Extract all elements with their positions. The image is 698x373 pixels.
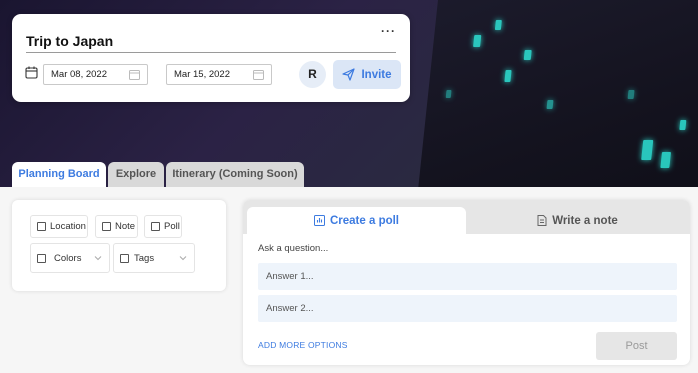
- dropdown-label: Colors: [54, 252, 82, 264]
- filter-label: Note: [115, 221, 136, 232]
- chevron-down-icon: [94, 256, 102, 261]
- filter-label: Location: [50, 221, 86, 232]
- tab-planning-board[interactable]: Planning Board: [12, 162, 106, 187]
- start-date-value: Mar 08, 2022: [51, 69, 107, 80]
- trip-header-card: Trip to Japan ··· Mar 08, 2022 - Mar 15,…: [12, 14, 410, 102]
- post-button[interactable]: Post: [596, 332, 677, 360]
- filter-poll[interactable]: Poll: [144, 215, 182, 238]
- checkbox[interactable]: [37, 253, 46, 263]
- chevron-down-icon: [179, 256, 187, 261]
- checkbox[interactable]: [120, 253, 129, 263]
- start-date-field[interactable]: Mar 08, 2022: [43, 64, 148, 85]
- tab-explore[interactable]: Explore: [108, 162, 164, 187]
- composer-card: Create a poll Write a note Ask a questio…: [243, 200, 690, 365]
- tab-create-poll[interactable]: Create a poll: [247, 207, 466, 234]
- tab-write-note[interactable]: Write a note: [468, 207, 687, 234]
- calendar-icon: [129, 70, 140, 80]
- add-more-options-link[interactable]: ADD MORE OPTIONS: [258, 340, 348, 350]
- dropdown-label: Tags: [134, 252, 155, 264]
- question-input[interactable]: Ask a question...: [258, 243, 328, 254]
- checkbox[interactable]: [151, 222, 160, 231]
- colors-dropdown[interactable]: Colors: [30, 243, 110, 273]
- filter-note[interactable]: Note: [95, 215, 138, 238]
- tab-label: Write a note: [552, 214, 618, 227]
- avatar[interactable]: R: [299, 61, 326, 88]
- building-image: [416, 0, 698, 187]
- filter-panel: Location Note Poll Colors Tags: [12, 200, 226, 291]
- calendar-icon: [253, 70, 264, 80]
- trip-title[interactable]: Trip to Japan: [26, 33, 113, 49]
- poll-icon: [313, 215, 325, 226]
- send-icon: [342, 68, 356, 81]
- tab-label: Create a poll: [329, 214, 400, 227]
- checkbox[interactable]: [102, 222, 111, 231]
- filter-label: Poll: [164, 221, 180, 232]
- note-icon: [537, 215, 547, 226]
- calendar-icon: [25, 66, 38, 79]
- invite-label: Invite: [361, 68, 392, 81]
- more-options-icon[interactable]: ···: [381, 24, 396, 38]
- end-date-field[interactable]: Mar 15, 2022: [166, 64, 272, 85]
- checkbox[interactable]: [37, 222, 46, 231]
- title-underline: [26, 52, 396, 53]
- end-date-value: Mar 15, 2022: [174, 69, 230, 80]
- tags-dropdown[interactable]: Tags: [113, 243, 195, 273]
- answer-input[interactable]: Answer 1...: [258, 263, 677, 290]
- invite-button[interactable]: Invite: [333, 60, 401, 89]
- filter-location[interactable]: Location: [30, 215, 88, 238]
- tab-itinerary[interactable]: Itinerary (Coming Soon): [166, 162, 304, 187]
- answer-input[interactable]: Answer 2...: [258, 295, 677, 322]
